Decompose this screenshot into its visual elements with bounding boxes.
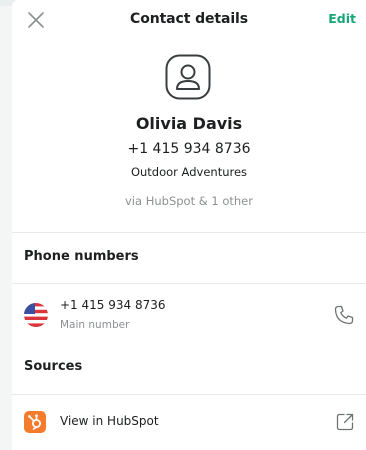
contact-company: Outdoor Adventures bbox=[130, 165, 248, 179]
contact-source-summary: via HubSpot & 1 other bbox=[125, 194, 253, 208]
source-row-hubspot[interactable]: View in HubSpot bbox=[12, 402, 366, 442]
contact-details-panel: Contact details Edit Olivia Davis +1 415… bbox=[12, 0, 366, 450]
phone-number-row[interactable]: +1 415 934 8736 Main number bbox=[12, 290, 366, 338]
phone-number-label: Main number bbox=[60, 319, 130, 331]
us-flag-icon bbox=[24, 303, 48, 327]
page-title: Contact details bbox=[130, 11, 248, 27]
avatar-icon bbox=[165, 54, 211, 100]
divider bbox=[12, 394, 366, 395]
divider bbox=[12, 283, 366, 284]
top-bar: Contact details Edit bbox=[12, 0, 366, 40]
contact-name: Olivia Davis bbox=[135, 114, 243, 133]
external-link-icon[interactable] bbox=[334, 411, 356, 433]
edit-button[interactable]: Edit bbox=[328, 11, 356, 26]
phone-number-value: +1 415 934 8736 bbox=[60, 298, 166, 312]
phone-icon[interactable] bbox=[332, 303, 356, 327]
source-link-label: View in HubSpot bbox=[60, 414, 159, 428]
hubspot-icon bbox=[24, 411, 46, 433]
contact-phone: +1 415 934 8736 bbox=[127, 141, 251, 157]
divider bbox=[12, 232, 366, 233]
sources-heading: Sources bbox=[24, 359, 83, 374]
phone-numbers-heading: Phone numbers bbox=[24, 249, 139, 264]
